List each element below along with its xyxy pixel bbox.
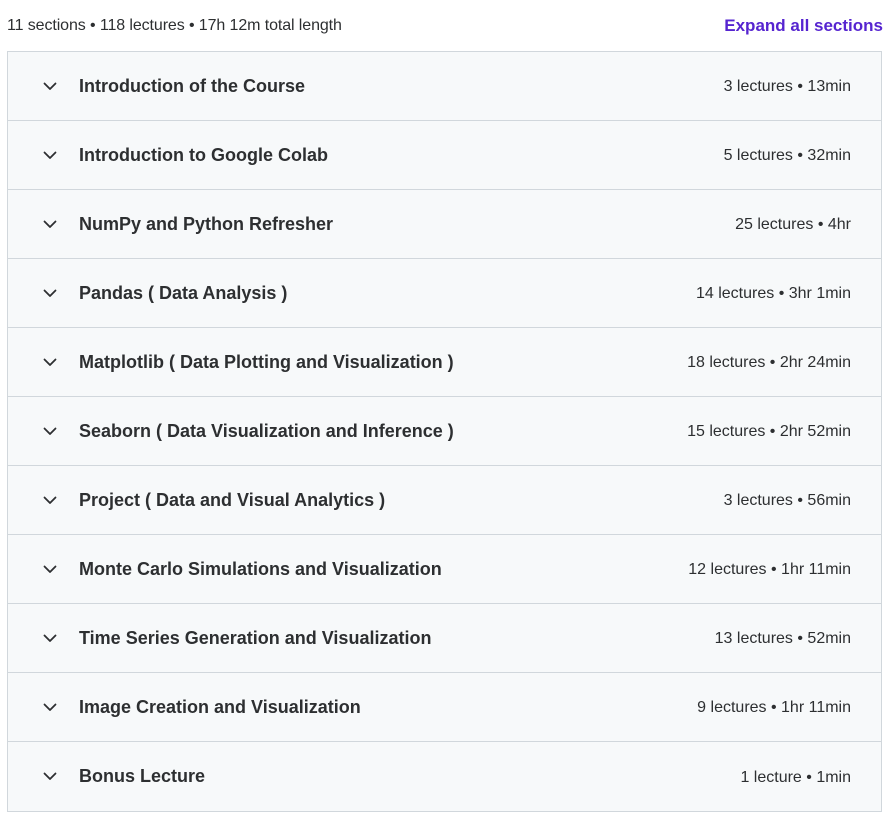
chevron-down-icon: [42, 78, 58, 94]
course-curriculum: 11 sections • 118 lectures • 17h 12m tot…: [7, 0, 883, 812]
section-meta: 5 lectures • 32min: [723, 147, 851, 164]
section-item-pandas[interactable]: Pandas ( Data Analysis ) 14 lectures • 3…: [8, 259, 881, 328]
section-meta: 12 lectures • 1hr 11min: [688, 561, 851, 578]
section-item-numpy-and-python-refresher[interactable]: NumPy and Python Refresher 25 lectures •…: [8, 190, 881, 259]
chevron-down-icon: [42, 354, 58, 370]
section-title: Monte Carlo Simulations and Visualizatio…: [79, 558, 442, 579]
section-title: Matplotlib ( Data Plotting and Visualiza…: [79, 351, 454, 372]
section-meta: 9 lectures • 1hr 11min: [697, 699, 851, 716]
section-meta: 14 lectures • 3hr 1min: [695, 285, 851, 302]
section-item-image-creation[interactable]: Image Creation and Visualization 9 lectu…: [8, 673, 881, 742]
chevron-down-icon: [42, 423, 58, 439]
chevron-down-icon: [42, 147, 58, 163]
curriculum-summary-bar: 11 sections • 118 lectures • 17h 12m tot…: [7, 0, 883, 51]
section-item-bonus-lecture[interactable]: Bonus Lecture 1 lecture • 1min: [8, 742, 881, 811]
chevron-down-icon: [42, 699, 58, 715]
section-title: NumPy and Python Refresher: [79, 213, 334, 234]
section-item-monte-carlo-simulations[interactable]: Monte Carlo Simulations and Visualizatio…: [8, 535, 881, 604]
chevron-down-icon: [42, 492, 58, 508]
section-item-project[interactable]: Project ( Data and Visual Analytics ) 3 …: [8, 466, 881, 535]
section-item-seaborn[interactable]: Seaborn ( Data Visualization and Inferen…: [8, 397, 881, 466]
section-meta: 18 lectures • 2hr 24min: [687, 354, 851, 371]
section-title: Time Series Generation and Visualization: [79, 627, 432, 648]
section-title: Introduction to Google Colab: [79, 144, 328, 165]
section-meta: 3 lectures • 56min: [723, 492, 851, 509]
section-meta: 25 lectures • 4hr: [735, 216, 851, 233]
section-meta: 3 lectures • 13min: [723, 78, 851, 95]
section-item-introduction-of-the-course[interactable]: Introduction of the Course 3 lectures • …: [8, 52, 881, 121]
section-list: Introduction of the Course 3 lectures • …: [7, 51, 882, 812]
section-item-matplotlib[interactable]: Matplotlib ( Data Plotting and Visualiza…: [8, 328, 881, 397]
section-title: Bonus Lecture: [79, 766, 206, 786]
section-item-time-series-generation[interactable]: Time Series Generation and Visualization…: [8, 604, 881, 673]
section-item-introduction-to-google-colab[interactable]: Introduction to Google Colab 5 lectures …: [8, 121, 881, 190]
section-meta: 13 lectures • 52min: [714, 630, 851, 647]
chevron-down-icon: [42, 769, 58, 785]
chevron-down-icon: [42, 630, 58, 646]
chevron-down-icon: [42, 285, 58, 301]
section-meta: 1 lecture • 1min: [740, 768, 851, 786]
curriculum-summary: 11 sections • 118 lectures • 17h 12m tot…: [7, 16, 342, 34]
section-meta: 15 lectures • 2hr 52min: [687, 423, 851, 440]
section-title: Introduction of the Course: [79, 75, 305, 96]
section-title: Image Creation and Visualization: [79, 696, 361, 717]
chevron-down-icon: [42, 216, 58, 232]
expand-all-sections-button[interactable]: Expand all sections: [724, 16, 883, 36]
section-title: Project ( Data and Visual Analytics ): [79, 489, 386, 510]
section-title: Seaborn ( Data Visualization and Inferen…: [79, 420, 454, 441]
chevron-down-icon: [42, 561, 58, 577]
section-title: Pandas ( Data Analysis ): [79, 282, 288, 303]
